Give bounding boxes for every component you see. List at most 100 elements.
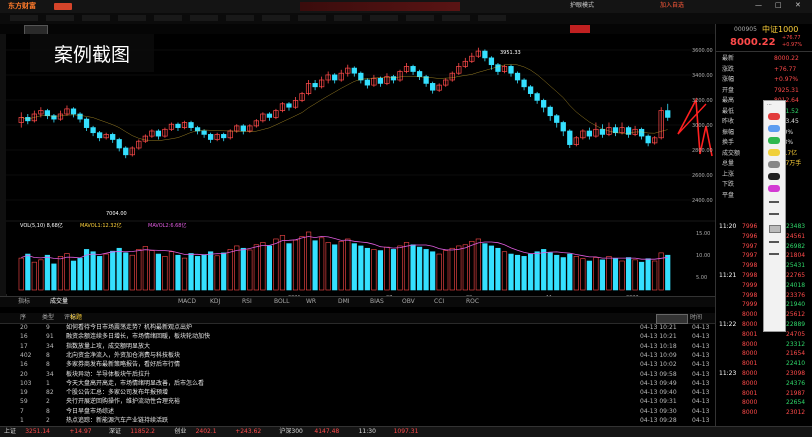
menu-item-10[interactable] xyxy=(370,15,398,21)
indicator-tab-0[interactable]: 指标 xyxy=(18,299,30,305)
menu-item-2[interactable] xyxy=(82,15,110,21)
indicator-tab-10[interactable]: DMI xyxy=(338,299,350,305)
quote-field-label: 总量 xyxy=(722,160,735,167)
volume-bar xyxy=(599,259,606,291)
indicator-tab-14[interactable]: ROC xyxy=(466,299,479,305)
news-row[interactable]: 402 8 北向资金净流入，外资加仓消费与科技板块 04-13 10:09 04-13 xyxy=(0,351,715,360)
news-row[interactable]: 20 9 如何看待今日市场震荡走势？机构最新观点出炉 04-13 10:21 04-13 xyxy=(0,323,715,332)
news-row[interactable]: 59 2 央行开展逆回购操作，维护流动性合理充裕 04-13 09:31 04-13 xyxy=(0,397,715,406)
news-row[interactable]: 7 8 今日早盘市场综述 04-13 09:30 04-13 xyxy=(0,407,715,416)
candle-body xyxy=(430,83,436,91)
volume-bar xyxy=(260,242,266,291)
volume-bar xyxy=(528,253,534,291)
menu-item-0[interactable] xyxy=(10,15,38,21)
volume-bar xyxy=(253,244,259,291)
news-row[interactable]: 16 8 多家券商发布最新策略报告，看好后市行情 04-13 10:02 04-13 xyxy=(0,360,715,369)
candle-body xyxy=(155,130,162,137)
vol-legend-3: MAVOL2:6.68亿 xyxy=(148,223,187,229)
volume-bar xyxy=(162,256,168,291)
palette-swatch-green[interactable] xyxy=(768,137,780,144)
price-axis-6: 2400.00 xyxy=(692,198,713,204)
indicator-tab-12[interactable]: OBV xyxy=(402,299,415,305)
indicator-tab-13[interactable]: CCI xyxy=(434,299,444,305)
news-row-index: 402 xyxy=(20,351,32,359)
news-row-comments: 8 xyxy=(46,351,50,359)
news-row[interactable]: 17 34 指数放量上攻，成交额明显放大 04-13 10:18 04-13 xyxy=(0,342,715,351)
news-list: 20 9 如何看待今日市场震荡走势？机构最新观点出炉 04-13 10:21 04-13… xyxy=(0,323,715,426)
indicator-tab-11[interactable]: BIAS xyxy=(370,299,384,305)
volume-bar xyxy=(384,246,390,291)
window-close-icon[interactable]: ✕ xyxy=(795,2,801,9)
banner-text-4[interactable]: 加入自选 xyxy=(660,3,684,9)
tick-price: 7997 xyxy=(742,242,758,250)
indicator-tab-5[interactable]: MACD xyxy=(178,299,196,305)
tick-price: 7999 xyxy=(742,281,758,289)
tick-price: 8000 xyxy=(742,311,758,319)
news-row[interactable]: 20 34 板块异动：半导体板块午后拉升 04-13 09:58 04-13 xyxy=(0,370,715,379)
menu-item-11[interactable] xyxy=(406,15,434,21)
volume-bar xyxy=(547,252,553,291)
tick-volume: 22410 xyxy=(786,360,806,368)
menu-item-1[interactable] xyxy=(46,15,74,21)
news-row[interactable]: 1 2 热点追踪：新能源汽车产业链持续活跃 04-13 09:28 04-13 xyxy=(0,416,715,425)
volume-bar xyxy=(390,249,397,291)
indicator-tab-1[interactable]: 成交量 xyxy=(50,299,68,305)
indicator-tab-6[interactable]: KDJ xyxy=(210,299,220,305)
undo-tool-icon[interactable] xyxy=(769,241,779,243)
menu-item-13[interactable] xyxy=(478,15,506,21)
candle-body xyxy=(188,122,194,128)
tick-volume: 21654 xyxy=(786,350,806,358)
volume-bar xyxy=(632,259,638,291)
clear-tool-icon[interactable] xyxy=(769,253,779,255)
palette-swatch-gray[interactable] xyxy=(768,161,780,168)
indicator-tab-7[interactable]: RSI xyxy=(242,299,252,305)
volume-bar xyxy=(371,249,377,291)
status-item: 创业 xyxy=(174,428,187,435)
pen-tool-icon[interactable] xyxy=(769,201,779,203)
menu-item-12[interactable] xyxy=(442,15,470,21)
kline-chart-area[interactable]: 3951.33 7004.00 VOL(5,10) 8,68亿 MAVOL1:1… xyxy=(6,34,715,301)
news-row[interactable]: 19 82 个股公告汇总：多家公司发布年报预增 04-13 09:40 04-13 xyxy=(0,388,715,397)
banner-text-1[interactable]: 护眼模式 xyxy=(570,3,594,9)
news-row-title: 融资余额连续多日增长，市场情绪回暖，板块轮动加快 xyxy=(66,333,211,341)
news-row-comments: 8 xyxy=(46,407,50,415)
palette-swatch-yellow[interactable] xyxy=(768,149,780,156)
tick-time: 11:21 xyxy=(719,272,737,279)
palette-swatch-blue[interactable] xyxy=(768,125,780,132)
news-row-date: 04-13 xyxy=(692,342,710,350)
menu-item-3[interactable] xyxy=(118,15,146,21)
indicator-tab-8[interactable]: BOLL xyxy=(274,299,289,305)
volume-bar xyxy=(286,243,292,291)
candle-body xyxy=(416,71,423,77)
app-logo[interactable]: 东方财富 xyxy=(8,3,36,10)
tick-time: 11:23 xyxy=(719,370,737,377)
line-tool-icon[interactable] xyxy=(769,213,779,215)
news-row-title: 今日早盘市场综述 xyxy=(66,407,115,415)
menu-item-4[interactable] xyxy=(154,15,182,21)
window-minimize-icon[interactable]: — xyxy=(755,2,762,9)
menu-item-5[interactable] xyxy=(190,15,218,21)
candle-body xyxy=(410,66,416,72)
menu-item-7[interactable] xyxy=(262,15,290,21)
volume-bar xyxy=(639,261,645,291)
news-row-index: 7 xyxy=(20,407,24,415)
eraser-tool-icon[interactable] xyxy=(769,225,781,233)
window-maximize-icon[interactable]: □ xyxy=(775,2,782,9)
palette-swatch-black[interactable] xyxy=(768,173,780,180)
vol-legend-1: VOL(5,10) 8,68亿 xyxy=(20,223,63,229)
volume-bar xyxy=(495,247,501,291)
menu-item-8[interactable] xyxy=(298,15,326,21)
menu-item-9[interactable] xyxy=(334,15,362,21)
palette-swatch-red[interactable] xyxy=(768,113,780,120)
period-selected[interactable] xyxy=(570,25,590,33)
price-high-label: 3951.33 xyxy=(500,50,521,56)
menu-item-6[interactable] xyxy=(226,15,254,21)
volume-bar xyxy=(625,257,632,291)
palette-swatch-magenta[interactable] xyxy=(768,185,780,192)
vol-axis-0: 15.00 xyxy=(696,231,711,237)
news-row[interactable]: 16 91 融资余额连续多日增长，市场情绪回暖，板块轮动加快 04-13 10:21 0… xyxy=(0,332,715,341)
news-row[interactable]: 103 1 今天大盘高开高走，市场情绪明显改善，后市怎么看 04-13 09:49 04… xyxy=(0,379,715,388)
title-bar: 东方财富 护眼模式 加入自选 — □ ✕ xyxy=(0,0,812,14)
indicator-tab-9[interactable]: WR xyxy=(306,299,316,305)
top-banner xyxy=(300,2,460,11)
